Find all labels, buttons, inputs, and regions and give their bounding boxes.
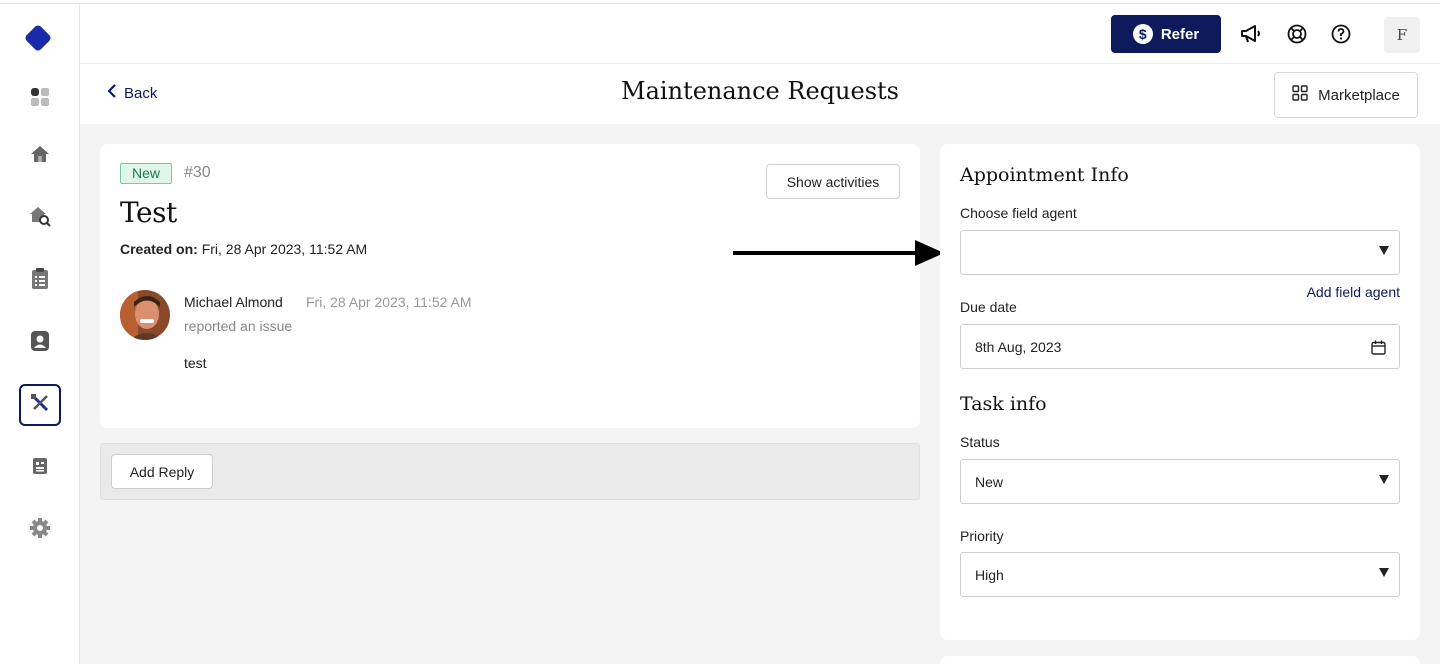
grid-icon [1292, 85, 1308, 105]
details-panel: Appointment Info Choose field agent Add … [940, 144, 1420, 640]
caret-down-icon [1379, 568, 1389, 577]
app-logo[interactable] [22, 22, 54, 54]
dashboard-icon [30, 87, 50, 112]
agent-label: Choose field agent [960, 205, 1077, 221]
caret-down-icon [1379, 475, 1389, 484]
megaphone-icon[interactable] [1239, 22, 1263, 46]
comment-body: test [184, 355, 207, 371]
caret-down-icon [1379, 246, 1389, 255]
appointment-heading: Appointment Info [960, 164, 1129, 186]
sidebar-item-properties[interactable] [19, 135, 61, 177]
due-date-value: 8th Aug, 2023 [975, 339, 1062, 355]
created-value: Fri, 28 Apr 2023, 11:52 AM [201, 241, 368, 257]
comment-action: reported an issue [184, 318, 293, 334]
sidebar-item-dashboard[interactable] [19, 78, 61, 120]
status-select[interactable]: New [960, 459, 1400, 504]
report-icon [32, 457, 48, 480]
request-title: Test [120, 196, 177, 229]
document-list-icon [31, 267, 49, 295]
field-agent-select[interactable] [960, 230, 1400, 275]
sidebar-item-property-search[interactable] [19, 197, 61, 239]
user-avatar-button[interactable]: F [1384, 17, 1420, 53]
home-icon [30, 144, 50, 169]
status-label: Status [960, 434, 1000, 450]
marketplace-label: Marketplace [1318, 86, 1400, 104]
gear-icon [29, 517, 51, 544]
status-value: New [975, 474, 1004, 490]
status-badge: New [120, 163, 173, 184]
sidebar-item-tenants[interactable] [19, 322, 61, 364]
sidebar-item-reports[interactable] [19, 447, 61, 489]
page-header: Back Maintenance Requests Marketplace [80, 64, 1440, 124]
show-activities-button[interactable]: Show activities [766, 164, 900, 199]
top-bar: $ Refer F [80, 4, 1440, 64]
comment-time: Fri, 28 Apr 2023, 11:52 AM [306, 294, 472, 310]
request-card: New #30 Test Created on: Fri, 28 Apr 202… [100, 144, 920, 428]
sidebar-item-settings[interactable] [19, 509, 61, 551]
annotation-arrow [733, 238, 945, 273]
due-date-input[interactable]: 8th Aug, 2023 [960, 324, 1400, 369]
dollar-icon: $ [1132, 24, 1153, 44]
secondary-panel [940, 656, 1420, 664]
lifebuoy-icon[interactable] [1285, 22, 1309, 46]
help-icon[interactable] [1329, 22, 1353, 46]
task-heading: Task info [960, 393, 1047, 415]
comment-author: Michael Almond [184, 294, 283, 310]
priority-select[interactable]: High [960, 552, 1400, 597]
priority-value: High [975, 567, 1004, 583]
priority-label: Priority [960, 528, 1004, 544]
home-search-icon [29, 205, 51, 232]
avatar [120, 290, 170, 340]
sidebar-item-leases[interactable] [19, 260, 61, 302]
refer-button[interactable]: $ Refer [1111, 15, 1221, 53]
created-on: Created on: Fri, 28 Apr 2023, 11:52 AM [120, 241, 367, 257]
page-title: Maintenance Requests [621, 77, 899, 105]
marketplace-button[interactable]: Marketplace [1274, 72, 1418, 118]
created-label: Created on: [120, 241, 198, 257]
sidebar-item-maintenance[interactable] [19, 384, 61, 426]
request-number: #30 [184, 164, 211, 181]
tools-icon [30, 393, 50, 418]
sidebar [0, 4, 80, 664]
calendar-icon[interactable] [1371, 340, 1386, 360]
add-field-agent-link[interactable]: Add field agent [1307, 284, 1400, 300]
reply-bar: Add Reply [100, 443, 920, 500]
add-reply-button[interactable]: Add Reply [111, 454, 213, 489]
due-date-label: Due date [960, 299, 1017, 315]
refer-label: Refer [1160, 25, 1200, 43]
contact-icon [30, 330, 50, 357]
